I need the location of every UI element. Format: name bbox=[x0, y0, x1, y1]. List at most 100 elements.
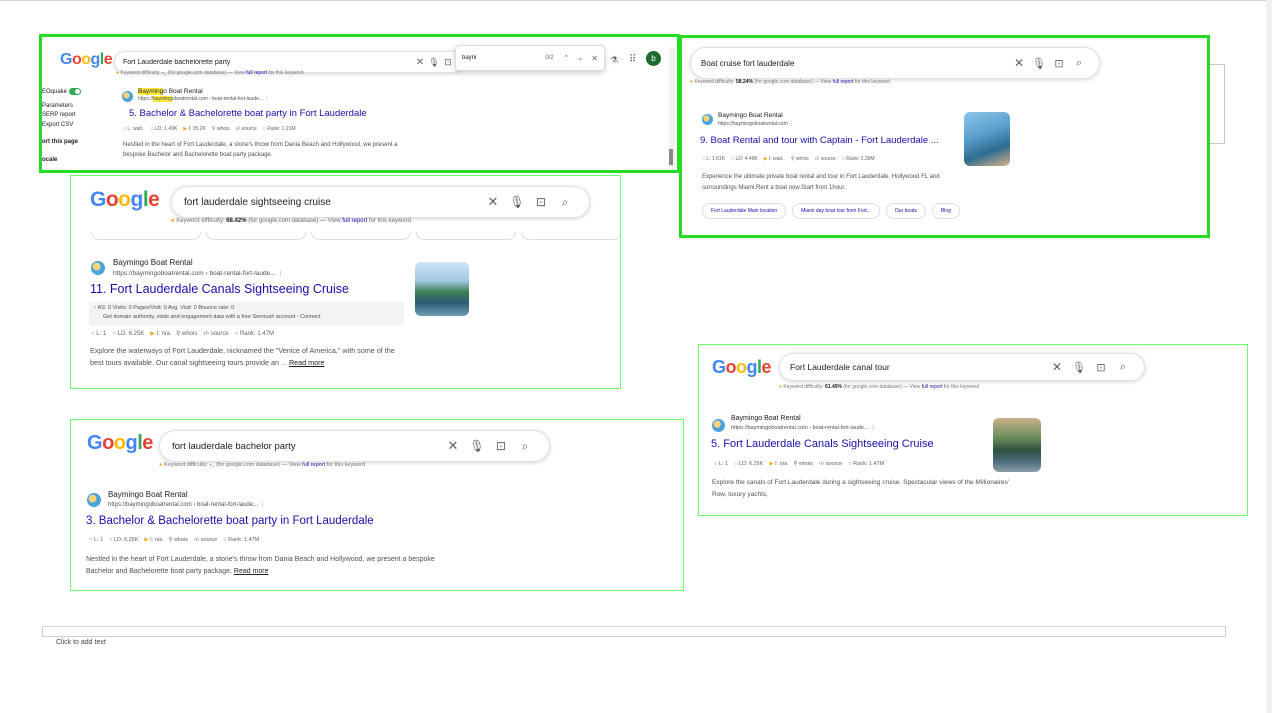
search-input[interactable]: Fort Lauderdale canal tour bbox=[790, 362, 1046, 372]
apps-icon[interactable]: ⠿ bbox=[629, 54, 636, 65]
site-name: Baymingo Boat Rental bbox=[731, 415, 801, 422]
screenshot-panel-bachelor-party: Google fort lauderdale bachelor party ✕ … bbox=[70, 419, 684, 591]
lens-icon[interactable]: ⊡ bbox=[1090, 361, 1112, 374]
lens-icon[interactable]: ⊡ bbox=[1049, 57, 1069, 70]
search-icon[interactable]: ⌕ bbox=[513, 439, 537, 454]
full-report-link[interactable]: full report bbox=[922, 384, 943, 390]
site-url: https://baymingoboatrental.com › boat-re… bbox=[108, 502, 266, 508]
full-report-link[interactable]: full report bbox=[833, 79, 854, 85]
avatar[interactable]: b bbox=[646, 51, 661, 66]
notes-placeholder[interactable]: Click to add text bbox=[56, 639, 106, 646]
export-csv-link[interactable]: Export CSV bbox=[42, 121, 81, 131]
read-more-link[interactable]: Read more bbox=[234, 568, 269, 575]
clear-icon[interactable]: ✕ bbox=[441, 438, 465, 454]
seo-metrics: ○ L: 1.61K ○ LD: 4.49K ▶ I: wait.. ⚲ who… bbox=[702, 156, 875, 162]
sitelink-our-boats[interactable]: Our boats bbox=[885, 203, 926, 219]
sitelink-blog[interactable]: Blog bbox=[931, 203, 960, 219]
full-report-link[interactable]: full report bbox=[246, 70, 267, 76]
search-box[interactable]: Boat cruise fort lauderdale ✕ 🎙 ⊡ ⌕ bbox=[690, 47, 1100, 79]
lens-icon[interactable]: ⊡ bbox=[489, 439, 513, 453]
result-title-link[interactable]: 5. Fort Lauderdale Canals Sightseeing Cr… bbox=[711, 438, 934, 450]
result-snippet: Nestled in the heart of Fort Lauderdale,… bbox=[123, 142, 398, 159]
parameters-link[interactable]: Parameters bbox=[42, 102, 81, 112]
seo-metrics: ○ L: wait.. ○ LD: 1.49K ▶ I: 35.2K ⚲ who… bbox=[123, 126, 296, 132]
clear-icon[interactable]: ✕ bbox=[413, 57, 427, 68]
screenshot-panel-canal-tour: Google Fort Lauderdale canal tour ✕ 🎙 ⊡ … bbox=[698, 344, 1248, 516]
source-link[interactable]: source bbox=[821, 156, 836, 162]
panel-scroll-thumb[interactable] bbox=[669, 149, 673, 165]
source-link[interactable]: source bbox=[201, 537, 218, 543]
lens-icon[interactable]: ⊡ bbox=[529, 195, 553, 209]
find-bar: bayni 0/2 ⌃ ⌄ ✕ bbox=[455, 45, 605, 71]
sort-this-page[interactable]: ort this page bbox=[42, 138, 81, 148]
site-favicon bbox=[122, 91, 133, 102]
site-favicon bbox=[712, 419, 725, 432]
find-prev-icon[interactable]: ⌃ bbox=[564, 54, 570, 62]
full-report-link[interactable]: full report bbox=[342, 218, 367, 224]
top-divider bbox=[0, 0, 1272, 1]
result-snippet: Explore the waterways of Fort Lauderdale… bbox=[90, 346, 395, 367]
search-input[interactable]: Boat cruise fort lauderdale bbox=[701, 59, 1009, 68]
whois-link[interactable]: whois bbox=[182, 331, 197, 337]
clear-icon[interactable]: ✕ bbox=[1009, 56, 1029, 70]
clear-icon[interactable]: ✕ bbox=[1046, 360, 1068, 374]
google-logo: Google bbox=[90, 188, 160, 211]
mic-icon[interactable]: 🎙 bbox=[465, 439, 489, 453]
result-snippet: Explore the canals of Fort Lauderdale du… bbox=[712, 479, 1010, 498]
lens-icon[interactable]: ⊡ bbox=[441, 57, 455, 68]
search-input[interactable]: fort lauderdale sightseeing cruise bbox=[184, 197, 481, 208]
whois-link[interactable]: whois bbox=[174, 537, 188, 543]
mic-icon[interactable]: 🎙 bbox=[1029, 57, 1049, 70]
site-name: Baymingo Boat Rental bbox=[138, 88, 203, 95]
source-link[interactable]: source bbox=[826, 461, 843, 467]
search-box[interactable]: fort lauderdale sightseeing cruise ✕ 🎙 ⊡… bbox=[171, 186, 590, 218]
source-link[interactable]: source bbox=[242, 126, 257, 132]
result-title-link[interactable]: 3. Bachelor & Bachelorette boat party in… bbox=[86, 515, 374, 527]
serp-report-link[interactable]: SERP report bbox=[42, 111, 81, 121]
keyword-difficulty: ● Keyword difficulty: -_ (for google.com… bbox=[116, 70, 304, 76]
locale-label[interactable]: ocale bbox=[42, 156, 81, 166]
sitelink-main-location[interactable]: Fort Lauderdale Main location bbox=[702, 203, 787, 219]
search-icon[interactable]: ⌕ bbox=[1112, 361, 1134, 374]
search-input[interactable]: Fort Lauderdale bachelorette party bbox=[123, 59, 413, 66]
whois-link[interactable]: whois bbox=[796, 156, 809, 162]
search-icon[interactable]: ⌕ bbox=[553, 195, 577, 210]
site-url: https://baymingoboatrental.com › boat-re… bbox=[731, 425, 876, 431]
mic-icon[interactable]: 🎙 bbox=[427, 57, 441, 68]
source-link[interactable]: source bbox=[211, 331, 229, 337]
chips-row bbox=[91, 232, 620, 240]
google-logo: Google bbox=[87, 432, 153, 454]
result-title-link[interactable]: 9. Boat Rental and tour with Captain - F… bbox=[700, 135, 939, 146]
read-more-link[interactable]: Read more bbox=[289, 358, 325, 367]
sitelink-miami-tour[interactable]: Miami day boat tour from Fort... bbox=[792, 203, 880, 219]
find-close-icon[interactable]: ✕ bbox=[591, 54, 598, 63]
find-input[interactable]: bayni bbox=[462, 55, 545, 61]
result-title-link[interactable]: 11. Fort Lauderdale Canals Sightseeing C… bbox=[90, 282, 349, 296]
right-scrollbar[interactable] bbox=[1266, 0, 1272, 713]
search-box[interactable]: Fort Lauderdale canal tour ✕ 🎙 ⊡ ⌕ bbox=[779, 353, 1145, 381]
whois-link[interactable]: whois bbox=[799, 461, 813, 467]
result-thumbnail bbox=[993, 418, 1041, 472]
search-icon[interactable]: ⌕ bbox=[1069, 57, 1089, 70]
google-logo: Google bbox=[60, 51, 113, 68]
search-input[interactable]: fort lauderdale bachelor party bbox=[172, 441, 441, 452]
find-next-icon[interactable]: ⌄ bbox=[577, 54, 583, 62]
site-url: https://baymingoboatrental.com › boat-re… bbox=[113, 270, 284, 277]
semrush-seed-icon: ● bbox=[116, 70, 120, 76]
mic-icon[interactable]: 🎙 bbox=[1068, 361, 1090, 374]
result-snippet: Nestled in the heart of Fort Lauderdale,… bbox=[86, 556, 435, 575]
search-box[interactable]: fort lauderdale bachelor party ✕ 🎙 ⊡ ⌕ bbox=[159, 430, 550, 462]
site-name: Baymingo Boat Rental bbox=[108, 490, 188, 499]
screenshot-panel-boat-cruise: Boat cruise fort lauderdale ✕ 🎙 ⊡ ⌕ ● Ke… bbox=[679, 35, 1210, 238]
whois-link[interactable]: whois bbox=[217, 126, 230, 132]
labs-icon[interactable]: ⚗ bbox=[610, 55, 618, 66]
clear-icon[interactable]: ✕ bbox=[481, 194, 505, 210]
result-thumbnail bbox=[415, 262, 469, 316]
result-title-link[interactable]: 5. Bachelor & Bachelorette boat party in… bbox=[129, 108, 367, 119]
result-thumbnail bbox=[964, 112, 1010, 166]
notes-textbox[interactable] bbox=[42, 626, 1226, 637]
seoquake-toggle[interactable] bbox=[68, 88, 81, 95]
full-report-link[interactable]: full report bbox=[302, 462, 325, 468]
keyword-difficulty: ● Keyword difficulty: -_ (for google.com… bbox=[159, 462, 366, 468]
mic-icon[interactable]: 🎙 bbox=[505, 195, 529, 209]
